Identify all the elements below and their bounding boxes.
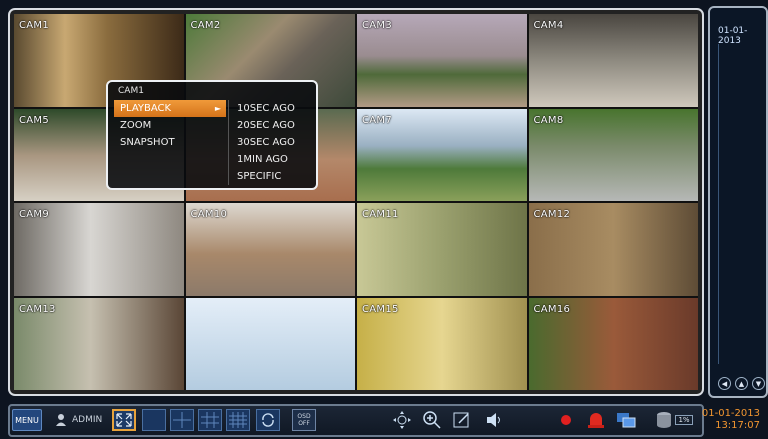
zoom-button[interactable] — [420, 409, 444, 431]
camera-label: CAM2 — [190, 20, 221, 31]
current-date: 01-01-2013 — [701, 408, 760, 419]
camera-label: CAM5 — [19, 114, 50, 126]
network-button[interactable] — [614, 409, 638, 431]
edit-button[interactable] — [450, 409, 474, 431]
camera-label: CAM15 — [362, 303, 399, 315]
submenu-item-20sec[interactable]: 20SEC AGO — [229, 117, 315, 134]
monitor-network-icon — [617, 413, 636, 428]
expand-icon — [116, 413, 132, 427]
grid-4-icon — [173, 412, 191, 428]
layout-16-button[interactable] — [226, 409, 250, 431]
timeline-date: 01-01-2013 — [718, 26, 748, 46]
camera-label: CAM4 — [533, 20, 564, 31]
camera-tile-9[interactable]: CAM9 — [14, 203, 184, 296]
menu-item-label: PLAYBACK — [120, 103, 172, 114]
hdd-icon — [657, 412, 672, 428]
layout-1-button[interactable] — [142, 409, 166, 431]
camera-label: CAM9 — [19, 209, 50, 220]
camera-label: CAM12 — [533, 209, 571, 220]
sequence-button[interactable] — [256, 409, 280, 431]
context-menu-title: CAM1 — [118, 86, 144, 96]
camera-tile-8[interactable]: CAM8 — [528, 108, 698, 201]
submenu-item-specific[interactable]: SPECIFIC — [229, 168, 315, 185]
playback-submenu: 10SEC AGO 20SEC AGO 30SEC AGO 1MIN AGO S… — [228, 100, 315, 185]
grid-9-icon — [201, 412, 219, 428]
edit-icon — [453, 412, 469, 428]
camera-tile-4[interactable]: CAM4 — [528, 14, 698, 107]
ptz-direction-icon — [393, 411, 411, 429]
menu-button[interactable]: MENU — [12, 409, 42, 431]
current-time: 13:17:07 — [715, 420, 760, 431]
clock: 01-01-2013 13:17:07 — [702, 408, 760, 432]
camera-label: CAM16 — [533, 303, 571, 315]
menu-item-playback[interactable]: PLAYBACK ► — [114, 100, 226, 117]
osd-off-button[interactable]: OSD OFF — [292, 409, 316, 431]
camera-tile-3[interactable]: CAM3 — [357, 14, 527, 107]
camera-label: CAM13 — [19, 303, 56, 315]
fullscreen-button[interactable] — [112, 409, 136, 431]
hdd-percent: 1% — [675, 415, 693, 425]
grid-16-icon — [229, 412, 247, 428]
layout-4-button[interactable] — [170, 409, 194, 431]
user-icon — [54, 409, 68, 431]
timeline-panel[interactable]: 01-01-2013 ◀ ▲ ▼ — [708, 6, 768, 398]
camera-context-menu: CAM1 PLAYBACK ► ZOOM SNAPSHOT 10SEC AGO 2… — [106, 80, 318, 190]
menu-item-label: SNAPSHOT — [120, 137, 175, 148]
chevron-right-icon: ► — [214, 104, 221, 113]
rewind-icon[interactable]: ◀ — [718, 377, 731, 390]
camera-label: CAM8 — [533, 114, 564, 126]
alarm-siren-icon — [588, 413, 604, 428]
camera-tile-16[interactable]: CAM16 — [528, 297, 698, 390]
alarm-button[interactable] — [584, 409, 608, 431]
timeline-scale[interactable] — [718, 44, 759, 364]
record-icon — [561, 415, 571, 425]
layout-9-button[interactable] — [198, 409, 222, 431]
camera-tile-11[interactable]: CAM11 — [357, 203, 527, 296]
camera-tile-12[interactable]: CAM12 — [528, 203, 698, 296]
zoom-icon — [423, 411, 441, 429]
menu-item-label: ZOOM — [120, 120, 152, 131]
submenu-item-30sec[interactable]: 30SEC AGO — [229, 134, 315, 151]
user-name: ADMIN — [72, 415, 103, 425]
refresh-icon — [262, 413, 274, 427]
camera-label: CAM7 — [362, 114, 393, 126]
record-button[interactable] — [554, 409, 578, 431]
camera-grid: CAM1 CAM2 CAM3 CAM4 CAM5 CAM7 CAM8 CAM9 … — [8, 8, 704, 396]
camera-tile-10[interactable]: CAM10 — [185, 203, 355, 296]
audio-button[interactable] — [482, 409, 506, 431]
camera-tile-15[interactable]: CAM15 — [357, 297, 527, 390]
camera-tile-7[interactable]: CAM7 — [357, 108, 527, 201]
camera-label: CAM11 — [362, 209, 399, 220]
camera-tile-13[interactable]: CAM13 — [14, 297, 184, 390]
camera-label: CAM10 — [190, 209, 228, 220]
submenu-item-1min[interactable]: 1MIN AGO — [229, 151, 315, 168]
bottom-toolbar: MENU ADMIN OSD OFF 1% — [8, 404, 704, 437]
camera-label: CAM1 — [19, 20, 50, 31]
menu-item-zoom[interactable]: ZOOM — [114, 117, 226, 134]
camera-tile-14[interactable] — [185, 297, 355, 390]
camera-label: CAM3 — [362, 20, 393, 31]
speaker-icon — [487, 413, 500, 427]
down-arrow-icon[interactable]: ▼ — [752, 377, 765, 390]
submenu-item-10sec[interactable]: 10SEC AGO — [229, 100, 315, 117]
hdd-status: 1% — [650, 409, 698, 431]
ptz-button[interactable] — [390, 409, 414, 431]
up-arrow-icon[interactable]: ▲ — [735, 377, 748, 390]
menu-item-snapshot[interactable]: SNAPSHOT — [114, 134, 226, 151]
